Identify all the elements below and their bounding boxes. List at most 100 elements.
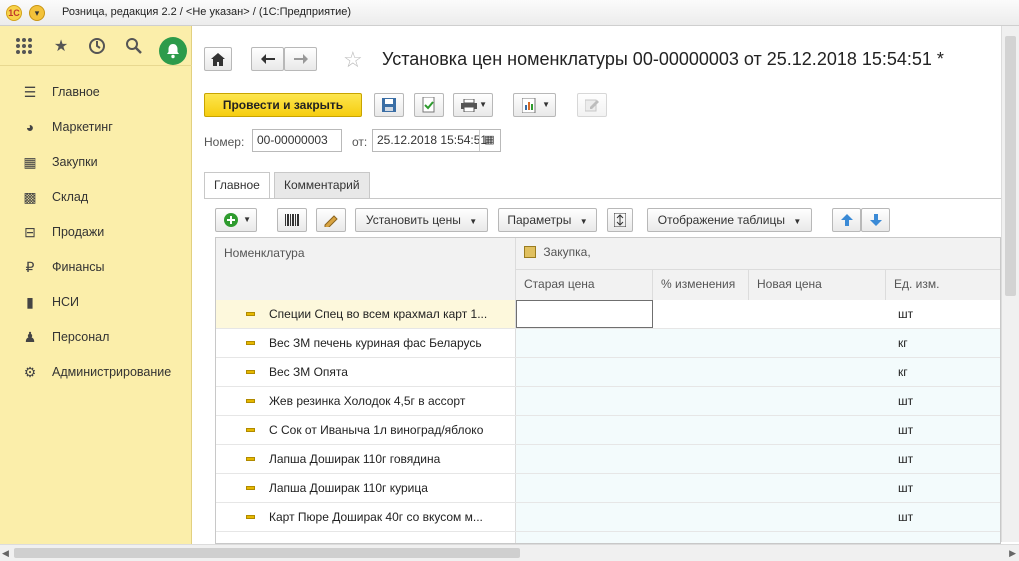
print-button[interactable]: ▼: [453, 93, 493, 117]
unit-value: шт: [898, 452, 914, 466]
item-cell[interactable]: Специи Спец во всем крахмал карт 1...: [216, 300, 516, 328]
sidebar-item-administration[interactable]: ⚙ Администрирование: [0, 354, 192, 389]
add-row-button[interactable]: ▼: [215, 208, 257, 232]
table-row-partial[interactable]: [216, 532, 1000, 543]
basket-icon: ⊟: [24, 224, 36, 240]
home-button[interactable]: [204, 47, 232, 71]
scroll-thumb[interactable]: [14, 548, 520, 558]
save-button[interactable]: [374, 93, 404, 117]
number-field[interactable]: 00-00000003: [252, 129, 342, 152]
edit-button[interactable]: [577, 93, 607, 117]
row-values[interactable]: [516, 358, 1000, 386]
item-cell[interactable]: [216, 532, 516, 543]
pick-items-button[interactable]: [316, 208, 346, 232]
item-cell[interactable]: С Сок от Иваныча 1л виноград/яблоко: [216, 416, 516, 444]
set-prices-button[interactable]: Установить цены ▼: [355, 208, 488, 232]
sidebar-item-personnel[interactable]: ♟ Персонал: [0, 319, 192, 354]
post-document-button[interactable]: [414, 93, 444, 117]
history-icon[interactable]: [87, 37, 107, 57]
unit-value: шт: [898, 394, 914, 408]
sidebar-item-warehouse[interactable]: ▩ Склад: [0, 179, 192, 214]
sidebar-item-finance[interactable]: ₽ Финансы: [0, 249, 192, 284]
item-cell[interactable]: Вес ЗМ Опята: [216, 358, 516, 386]
item-cell[interactable]: Вес ЗМ печень куриная фас Беларусь: [216, 329, 516, 357]
bell-icon[interactable]: [159, 37, 187, 65]
table-row[interactable]: Лапша Доширак 110г говядина шт: [216, 445, 1000, 474]
row-values: [653, 300, 1000, 328]
item-cell[interactable]: Лапша Доширак 110г говядина: [216, 445, 516, 473]
tab-main[interactable]: Главное: [204, 172, 270, 199]
back-button[interactable]: [251, 47, 284, 71]
table-row[interactable]: С Сок от Иваныча 1л виноград/яблоко шт: [216, 416, 1000, 445]
column-header-old-price[interactable]: Старая цена: [516, 270, 653, 300]
sidebar-item-sales[interactable]: ⊟ Продажи: [0, 214, 192, 249]
item-marker-icon: [246, 370, 255, 374]
item-marker-icon: [246, 312, 255, 316]
menu-lines-icon: ☰: [23, 84, 37, 100]
table-display-button[interactable]: Отображение таблицы ▼: [647, 208, 812, 232]
sidebar-item-label: Персонал: [52, 330, 110, 344]
sidebar-item-label: Продажи: [52, 225, 105, 239]
column-header-item[interactable]: Номенклатура: [216, 238, 516, 300]
item-cell[interactable]: Лапша Доширак 110г курица: [216, 474, 516, 502]
table-row[interactable]: Лапша Доширак 110г курица шт: [216, 474, 1000, 503]
move-up-button[interactable]: [832, 208, 861, 232]
apps-grid-icon[interactable]: [14, 37, 34, 57]
column-header-unit-label: Ед. изм.: [894, 277, 940, 291]
sidebar-item-nsi[interactable]: ▮ НСИ: [0, 284, 192, 319]
main-menu-icon[interactable]: ▾: [29, 5, 45, 21]
column-header-unit[interactable]: Ед. изм.: [886, 270, 1000, 300]
row-values[interactable]: [516, 445, 1000, 473]
item-cell[interactable]: Карт Пюре Доширак 40г со вкусом м...: [216, 503, 516, 531]
number-label: Номер:: [204, 135, 245, 149]
table-row[interactable]: Вес ЗМ печень куриная фас Беларусь кг: [216, 329, 1000, 358]
table-row[interactable]: Жев резинка Холодок 4,5г в ассорт шт: [216, 387, 1000, 416]
vertical-scrollbar[interactable]: [1001, 26, 1019, 542]
reports-button[interactable]: ▼: [513, 93, 556, 117]
item-name: Вес ЗМ Опята: [269, 365, 348, 379]
post-and-close-button[interactable]: Провести и закрыть: [204, 93, 362, 117]
row-values[interactable]: [516, 503, 1000, 531]
tab-comment[interactable]: Комментарий: [274, 172, 370, 198]
row-values[interactable]: [516, 474, 1000, 502]
table-row[interactable]: Вес ЗМ Опята кг: [216, 358, 1000, 387]
column-header-new-price[interactable]: Новая цена: [749, 270, 886, 300]
row-height-button[interactable]: [607, 208, 633, 232]
row-values[interactable]: [516, 329, 1000, 357]
scroll-left-icon[interactable]: ◀: [2, 548, 9, 559]
scroll-thumb[interactable]: [1005, 36, 1016, 296]
sidebar-item-marketing[interactable]: ◕ Маркетинг: [0, 109, 192, 144]
calendar-icon[interactable]: ▦: [479, 130, 499, 151]
parameters-button[interactable]: Параметры ▼: [498, 208, 597, 232]
search-icon[interactable]: [124, 37, 144, 57]
row-values[interactable]: [516, 532, 1000, 543]
unit-value: шт: [898, 423, 914, 437]
dropdown-arrow-icon: ▼: [243, 215, 251, 224]
favorite-star-icon[interactable]: ☆: [343, 47, 363, 73]
row-values[interactable]: [516, 416, 1000, 444]
move-down-button[interactable]: [861, 208, 890, 232]
sidebar-item-label: НСИ: [52, 295, 80, 309]
table-row[interactable]: Карт Пюре Доширак 40г со вкусом м... шт: [216, 503, 1000, 532]
item-name: Вес ЗМ печень куриная фас Беларусь: [269, 336, 482, 350]
row-values[interactable]: [516, 387, 1000, 415]
horizontal-scrollbar[interactable]: ◀ ▶: [0, 544, 1019, 561]
unit-value: шт: [898, 481, 914, 495]
date-field[interactable]: 25.12.2018 15:54:51 ▦: [372, 129, 501, 152]
item-marker-icon: [246, 457, 255, 461]
gear-icon: ⚙: [23, 364, 37, 380]
barcode-button[interactable]: [277, 208, 307, 232]
scroll-right-icon[interactable]: ▶: [1009, 548, 1016, 559]
sidebar-item-purchases[interactable]: ▦ Закупки: [0, 144, 192, 179]
star-icon[interactable]: ★: [51, 37, 71, 57]
table-row[interactable]: Специи Спец во всем крахмал карт 1... шт: [216, 300, 1000, 329]
price-type-icon: [524, 246, 536, 258]
prices-table: Номенклатура Закупка, Старая цена % изме…: [215, 237, 1001, 544]
column-header-change-percent[interactable]: % изменения: [653, 270, 749, 300]
date-value: 25.12.2018 15:54:51: [377, 133, 488, 147]
forward-button[interactable]: [284, 47, 317, 71]
item-cell[interactable]: Жев резинка Холодок 4,5г в ассорт: [216, 387, 516, 415]
sidebar-item-main[interactable]: ☰ Главное: [0, 74, 192, 109]
unit-value: кг: [898, 365, 908, 379]
old-price-cell[interactable]: [516, 300, 653, 328]
